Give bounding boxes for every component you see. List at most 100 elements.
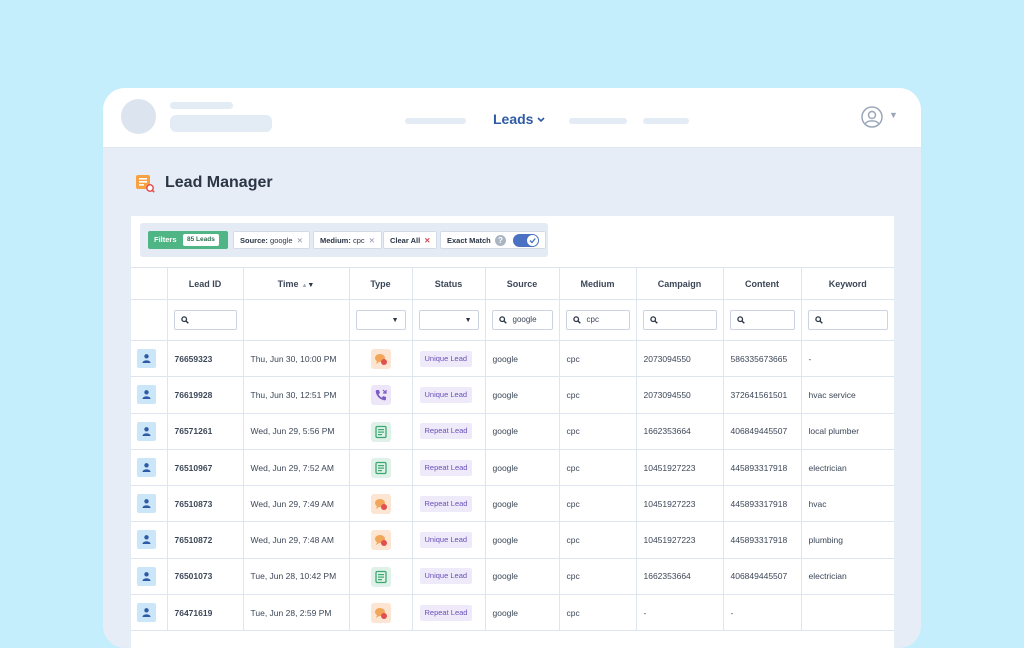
- column-header-type[interactable]: Type: [348, 267, 413, 300]
- source-search-input[interactable]: google: [491, 310, 553, 330]
- filter-cell-time: [242, 299, 350, 341]
- table-row[interactable]: 76571261 Wed, Jun 29, 5:56 PM Repeat Lea…: [131, 412, 894, 450]
- lead-content: 372641561501: [722, 376, 802, 414]
- lead-status-cell: Unique Lead: [411, 521, 486, 559]
- content-search-input[interactable]: [729, 310, 795, 330]
- column-header-time[interactable]: Time ▲▼: [242, 267, 350, 300]
- lead-medium: cpc: [558, 448, 637, 487]
- clear-all-label: Clear All: [390, 236, 421, 245]
- lead-id-link[interactable]: 76471619: [166, 594, 244, 632]
- column-header-keyword[interactable]: Keyword: [800, 267, 894, 300]
- lead-table-card: Filters 85 Leads Source: google ✕ Medium:…: [131, 216, 894, 648]
- page-title: Lead Manager: [165, 174, 273, 191]
- sort-icon[interactable]: ▲▼: [301, 282, 314, 289]
- column-header-campaign[interactable]: Campaign: [635, 267, 724, 300]
- filter-chip-key: Source:: [240, 236, 268, 245]
- filter-cell-medium: cpc: [558, 299, 637, 341]
- lead-medium: cpc: [558, 376, 637, 414]
- lead-time: Thu, Jun 30, 10:00 PM: [242, 339, 350, 378]
- search-icon: [180, 316, 189, 324]
- status-badge: Unique Lead: [419, 568, 473, 585]
- lead-id-search-input[interactable]: [173, 310, 237, 330]
- search-icon: [498, 316, 507, 324]
- check-icon: [529, 238, 536, 244]
- lead-source: google: [484, 594, 560, 632]
- table-row[interactable]: 76659323 Thu, Jun 30, 10:00 PM Unique Le…: [131, 339, 894, 378]
- lead-medium: cpc: [558, 557, 637, 596]
- remove-filter-icon[interactable]: ✕: [369, 236, 375, 245]
- filter-chip-source[interactable]: Source: google ✕: [233, 231, 310, 249]
- caret-down-icon[interactable]: ▼: [889, 110, 898, 120]
- lead-type-cell: [348, 594, 413, 632]
- person-icon[interactable]: [137, 385, 156, 405]
- lead-manager-icon: [136, 175, 155, 193]
- lead-id-link[interactable]: 76510967: [166, 448, 244, 487]
- search-icon: [649, 316, 658, 324]
- person-icon[interactable]: [137, 421, 156, 441]
- person-icon[interactable]: [137, 457, 156, 477]
- person-icon[interactable]: [137, 494, 156, 514]
- lead-status-cell: Unique Lead: [411, 557, 486, 596]
- account-avatar[interactable]: [121, 99, 156, 134]
- filter-chip-medium[interactable]: Medium: cpc ✕: [313, 231, 382, 249]
- exact-match-toggle[interactable]: [513, 234, 539, 247]
- table-row[interactable]: 76619928 Thu, Jun 30, 12:51 PM Unique Le…: [131, 376, 894, 414]
- filter-cell-source: google: [484, 299, 560, 341]
- column-header-status[interactable]: Status: [411, 267, 486, 300]
- clear-all-button[interactable]: Clear All ✕: [383, 231, 438, 249]
- caret-down-icon: ▼: [391, 317, 399, 324]
- person-icon[interactable]: [137, 530, 156, 550]
- person-icon[interactable]: [137, 603, 156, 623]
- nav-placeholder: [569, 118, 627, 124]
- caret-down-icon: ▼: [464, 317, 472, 324]
- lead-medium: cpc: [558, 521, 637, 559]
- table-row[interactable]: 76510872 Wed, Jun 29, 7:48 AM Unique Lea…: [131, 521, 894, 559]
- table-row[interactable]: 76510873 Wed, Jun 29, 7:49 AM Repeat Lea…: [131, 485, 894, 523]
- lead-id-link[interactable]: 76659323: [166, 339, 244, 378]
- lead-id-link[interactable]: 76510872: [166, 521, 244, 559]
- placeholder-bar: [170, 102, 233, 109]
- column-header-source[interactable]: Source: [484, 267, 560, 300]
- chat-icon: [370, 603, 391, 624]
- filter-cell-campaign: [635, 299, 724, 341]
- lead-id-link[interactable]: 76501073: [166, 557, 244, 596]
- lead-id-link[interactable]: 76619928: [166, 376, 244, 414]
- type-filter-select[interactable]: ▼: [355, 310, 406, 330]
- lead-avatar-cell: [131, 485, 168, 523]
- medium-search-input[interactable]: cpc: [565, 310, 630, 330]
- lead-source: google: [484, 521, 560, 559]
- lead-keyword: local plumber: [800, 412, 894, 450]
- keyword-search-input[interactable]: [807, 310, 888, 330]
- user-account-icon[interactable]: [861, 106, 883, 128]
- lead-content: 445893317918: [722, 448, 802, 487]
- person-icon[interactable]: [137, 349, 156, 368]
- table-row[interactable]: 76501073 Tue, Jun 28, 10:42 PM Unique Le…: [131, 557, 894, 596]
- status-badge: Repeat Lead: [419, 495, 473, 512]
- lead-time: Wed, Jun 29, 7:49 AM: [242, 485, 350, 523]
- nav-placeholder: [405, 118, 466, 124]
- filters-chip[interactable]: Filters 85 Leads: [148, 231, 228, 249]
- lead-keyword: electrician: [800, 557, 894, 596]
- lead-status-cell: Repeat Lead: [411, 594, 486, 632]
- lead-status-cell: Unique Lead: [411, 339, 486, 378]
- lead-source: google: [484, 376, 560, 414]
- campaign-search-input[interactable]: [642, 310, 717, 330]
- lead-id-link[interactable]: 76510873: [166, 485, 244, 523]
- column-header-content[interactable]: Content: [722, 267, 802, 300]
- table-row[interactable]: 76510967 Wed, Jun 29, 7:52 AM Repeat Lea…: [131, 448, 894, 487]
- column-filter-row: ▼ ▼ google cpc: [131, 299, 894, 341]
- nav-leads-dropdown[interactable]: Leads: [493, 111, 546, 127]
- status-filter-select[interactable]: ▼: [418, 310, 479, 330]
- filter-cell-keyword: [800, 299, 894, 341]
- table-body: 76659323 Thu, Jun 30, 10:00 PM Unique Le…: [131, 339, 894, 632]
- help-icon[interactable]: ?: [495, 235, 506, 246]
- person-icon[interactable]: [137, 566, 156, 586]
- lead-id-link[interactable]: 76571261: [166, 412, 244, 450]
- lead-source: google: [484, 557, 560, 596]
- remove-filter-icon[interactable]: ✕: [297, 236, 303, 245]
- table-row[interactable]: 76471619 Tue, Jun 28, 2:59 PM Repeat Lea…: [131, 594, 894, 632]
- column-header-lead-id[interactable]: Lead ID: [166, 267, 244, 300]
- column-header-medium[interactable]: Medium: [558, 267, 637, 300]
- lead-keyword: hvac: [800, 485, 894, 523]
- app-window: Leads ▼ Lead Manager Filters 85 Leads So…: [103, 88, 921, 648]
